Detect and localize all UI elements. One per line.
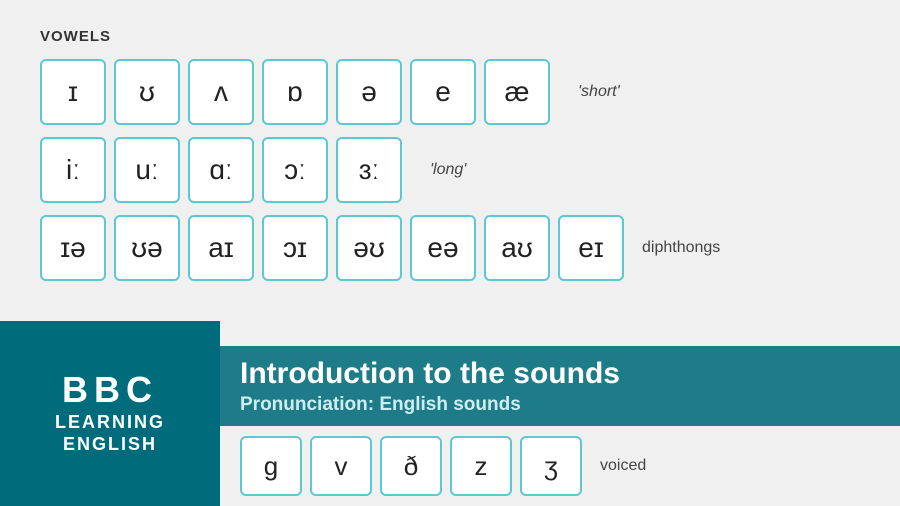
phoneme-box-z: z: [450, 436, 512, 496]
main-content: VOWELS ɪ ʊ ʌ ɒ ə e æ 'short' iː uː ɑː ɔː…: [0, 0, 900, 281]
phoneme-box-ia: ɪə: [40, 215, 106, 281]
phoneme-box-i: ɪ: [40, 59, 106, 125]
bottom-phoneme-row: g v ð z ʒ voiced: [220, 426, 900, 506]
title-main: Introduction to the sounds: [240, 356, 880, 392]
phoneme-box-er: ɜː: [336, 137, 402, 203]
phoneme-box-au: aʊ: [484, 215, 550, 281]
phoneme-box-e: e: [410, 59, 476, 125]
vowels-label: VOWELS: [40, 28, 860, 45]
phoneme-box-oo: ɔː: [262, 137, 328, 203]
title-sub: Pronunciation: English sounds: [240, 394, 880, 416]
diphthongs-row: ɪə ʊə aɪ ɔɪ əʊ eə aʊ eɪ diphthongs: [40, 215, 860, 281]
phoneme-box-ua: ʊə: [114, 215, 180, 281]
phoneme-box-ae: æ: [484, 59, 550, 125]
short-label: 'short': [578, 83, 620, 101]
phoneme-box-ai: aɪ: [188, 215, 254, 281]
phoneme-box-open-o: ɒ: [262, 59, 328, 125]
phoneme-box-wedge: ʌ: [188, 59, 254, 125]
bbc-text: BBC: [62, 372, 158, 408]
phoneme-box-aa: ɑː: [188, 137, 254, 203]
phoneme-box-schwa: ə: [336, 59, 402, 125]
phoneme-box-oi: ɔɪ: [262, 215, 328, 281]
phoneme-box-ei: eɪ: [558, 215, 624, 281]
phoneme-box-uu: uː: [114, 137, 180, 203]
phoneme-box-upsilon: ʊ: [114, 59, 180, 125]
diphthongs-label: diphthongs: [642, 239, 720, 257]
short-vowels-row: ɪ ʊ ʌ ɒ ə e æ 'short': [40, 59, 860, 125]
phoneme-box-eth: ð: [380, 436, 442, 496]
phoneme-box-g: g: [240, 436, 302, 496]
long-vowels-row: iː uː ɑː ɔː ɜː 'long': [40, 137, 860, 203]
bbc-learning: LEARNING ENGLISH: [55, 412, 165, 455]
phoneme-box-ou: əʊ: [336, 215, 402, 281]
title-band: Introduction to the sounds Pronunciation…: [220, 346, 900, 426]
phoneme-box-ezh: ʒ: [520, 436, 582, 496]
phoneme-box-v: v: [310, 436, 372, 496]
long-label: 'long': [430, 161, 466, 179]
phoneme-box-ea: eə: [410, 215, 476, 281]
bbc-logo: BBC LEARNING ENGLISH: [0, 321, 220, 506]
voiced-label: voiced: [600, 457, 646, 475]
bottom-overlay: BBC LEARNING ENGLISH Introduction to the…: [0, 321, 900, 506]
phoneme-box-ii: iː: [40, 137, 106, 203]
